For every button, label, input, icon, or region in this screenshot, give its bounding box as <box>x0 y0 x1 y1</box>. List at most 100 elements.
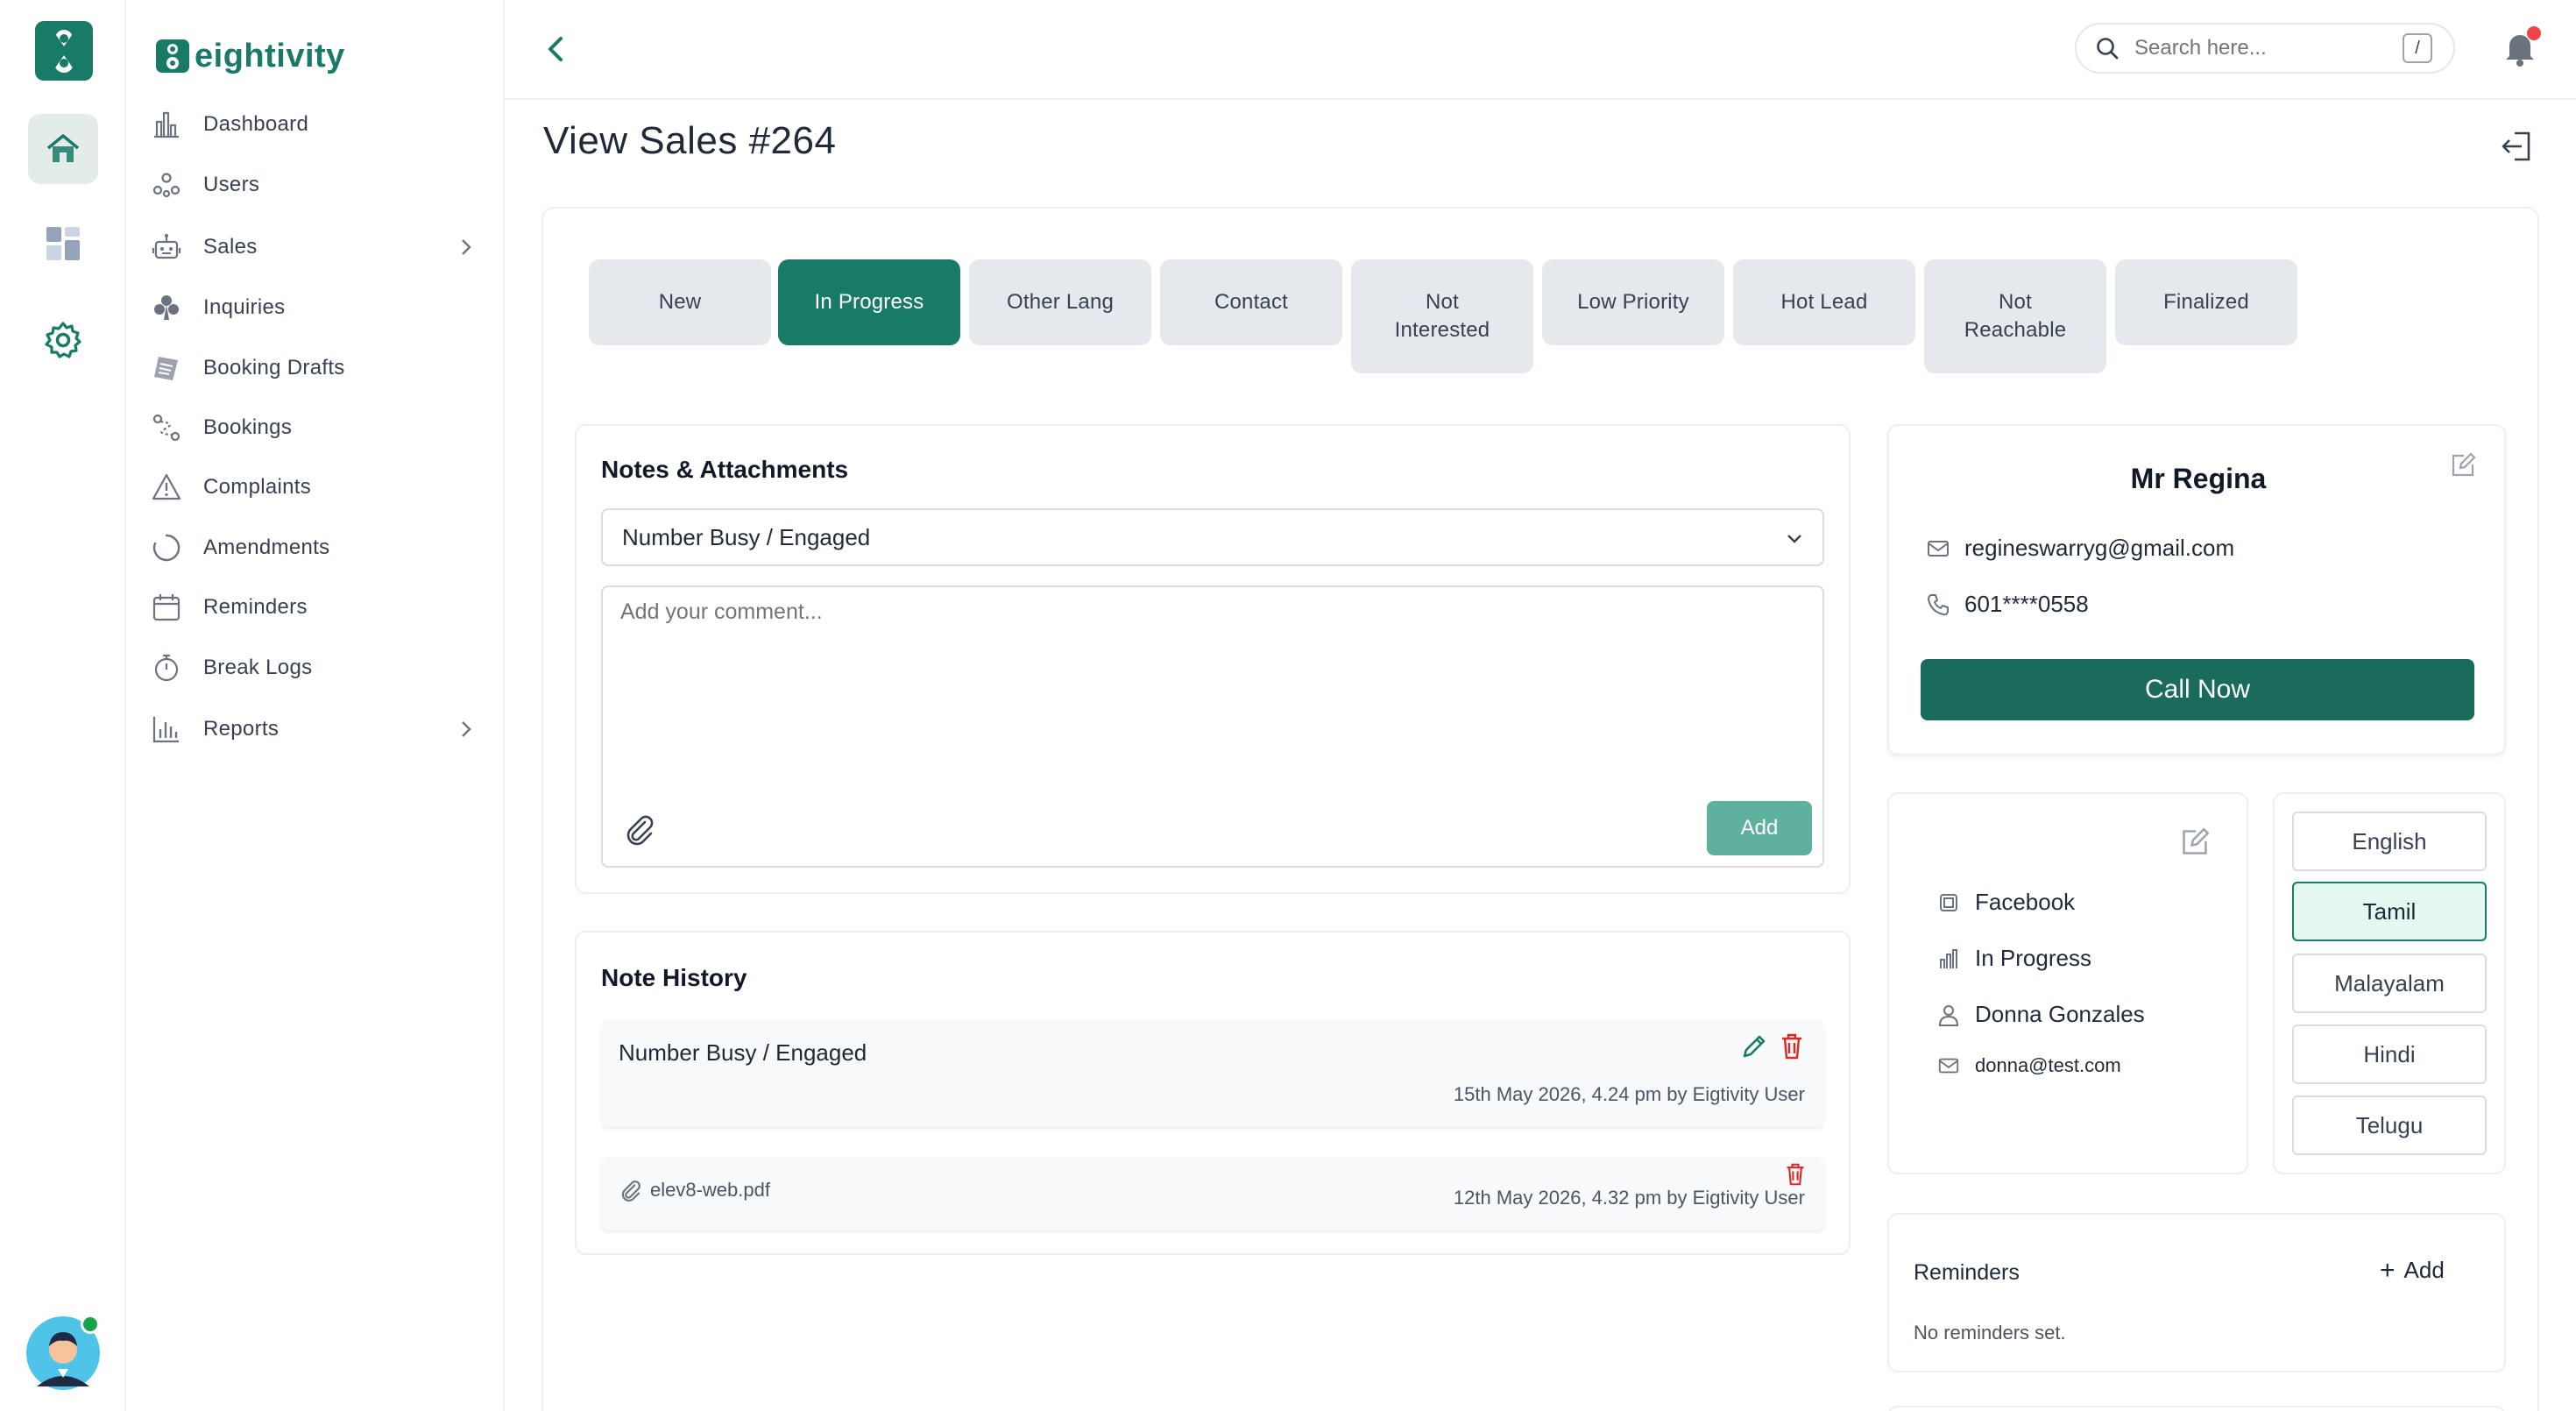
trash-icon <box>1782 1033 1801 1060</box>
history-attachment: elev8-web.pdf 12th May 2026, 4.32 pm by … <box>601 1157 1824 1230</box>
exit-button[interactable] <box>2499 128 2536 165</box>
sidebar-item-reports[interactable]: Reports <box>151 703 606 755</box>
search-input[interactable] <box>2134 36 2397 60</box>
edit-note-button[interactable] <box>1740 1032 1768 1060</box>
language-label: Hindi <box>2363 1040 2416 1067</box>
stopwatch-icon <box>151 652 182 684</box>
contact-phone-row: 601****0558 <box>1926 591 2089 618</box>
report-chart-icon <box>151 713 182 745</box>
call-now-button[interactable]: Call Now <box>1921 659 2474 720</box>
history-entry-meta: 15th May 2026, 4.24 pm by Eigtivity User <box>1453 1083 1805 1105</box>
contact-card: Mr Regina regineswarryg@gmail.com 601***… <box>1887 424 2506 755</box>
language-label: English <box>2352 827 2427 854</box>
chevron-down-icon <box>1787 535 1801 543</box>
sidebar-item-sales[interactable]: Sales <box>151 221 606 273</box>
gear-icon <box>45 322 81 358</box>
add-reminder-button[interactable]: + Add <box>2380 1257 2445 1284</box>
language-option-english[interactable]: English <box>2292 812 2487 871</box>
sidebar-item-amendments[interactable]: Amendments <box>151 521 606 574</box>
sidebar-item-break-logs[interactable]: Break Logs <box>151 642 606 694</box>
app-logo[interactable] <box>33 19 95 82</box>
comment-input[interactable] <box>620 599 1803 722</box>
sidebar-item-dashboard[interactable]: Dashboard <box>151 98 606 151</box>
notifications-button[interactable] <box>2499 26 2543 70</box>
status-button-in-progress[interactable]: In Progress <box>778 259 960 345</box>
sidebar-item-reminders[interactable]: Reminders <box>151 581 606 634</box>
sidebar-item-label: Complaints <box>203 475 312 499</box>
sidebar-item-inquiries[interactable]: Inquiries <box>151 281 606 334</box>
sidebar-item-bookings[interactable]: Bookings <box>151 401 606 454</box>
rail-settings-button[interactable] <box>28 305 98 375</box>
sidebar-item-label: Users <box>203 173 260 196</box>
status-label: Low Priority <box>1577 290 1689 314</box>
edit-contact-button[interactable] <box>2450 452 2476 479</box>
source-chip-icon <box>1936 890 1961 915</box>
status-label: Hot Lead <box>1780 290 1868 314</box>
attachment-link[interactable]: elev8-web.pdf <box>619 1178 770 1202</box>
status-button-new[interactable]: New <box>589 259 771 345</box>
page-title: View Sales #264 <box>543 119 837 162</box>
attach-button[interactable] <box>622 812 657 847</box>
language-label: Telugu <box>2355 1111 2424 1138</box>
contact-email: regineswarryg@gmail.com <box>1964 535 2235 561</box>
brand-logo[interactable]: eightivity <box>154 35 345 77</box>
status-button-other-lang[interactable]: Other Lang <box>969 259 1151 345</box>
sidebar-item-label: Inquiries <box>203 295 286 319</box>
notes-title: Notes & Attachments <box>601 456 849 483</box>
rail-home-button[interactable] <box>28 114 98 184</box>
status-button-contact[interactable]: Contact <box>1160 259 1342 345</box>
chevron-right-icon[interactable] <box>452 715 480 743</box>
user-icon <box>1936 1003 1961 1027</box>
club-icon <box>151 292 182 323</box>
add-note-button[interactable]: Add <box>1707 801 1812 855</box>
chevron-right-icon[interactable] <box>452 233 480 261</box>
sidebar-item-label: Reminders <box>203 595 308 619</box>
app-root: eightivity Dashboard Users Sales Inquiri… <box>0 0 2576 1411</box>
mail-icon <box>1936 1053 1961 1078</box>
reason-select[interactable]: Number Busy / Engaged <box>601 508 1824 566</box>
status-label: Contact <box>1214 290 1289 314</box>
edit-icon <box>2452 452 2476 477</box>
delete-note-button[interactable] <box>1779 1032 1805 1060</box>
online-status-dot <box>81 1315 100 1334</box>
rail-grid-button[interactable] <box>28 209 98 279</box>
lead-source-row: Facebook <box>1936 889 2075 916</box>
sidebar-item-complaints[interactable]: Complaints <box>151 461 606 514</box>
comment-box[interactable]: Add <box>601 585 1824 868</box>
calendar-icon <box>151 592 182 623</box>
status-button-low-priority[interactable]: Low Priority <box>1542 259 1724 345</box>
language-label: Malayalam <box>2334 969 2445 996</box>
status-button-finalized[interactable]: Finalized <box>2115 259 2297 345</box>
bar-chart-icon <box>151 109 182 140</box>
language-option-telugu[interactable]: Telugu <box>2292 1095 2487 1155</box>
user-avatar[interactable] <box>25 1315 102 1392</box>
language-option-malayalam[interactable]: Malayalam <box>2292 954 2487 1013</box>
status-button-hot-lead[interactable]: Hot Lead <box>1733 259 1915 345</box>
status-button-not-interested[interactable]: Not Interested <box>1351 259 1533 373</box>
edit-icon <box>2183 827 2210 854</box>
back-button[interactable] <box>538 30 577 68</box>
sidebar-item-label: Break Logs <box>203 656 313 679</box>
edit-lead-button[interactable] <box>2180 827 2210 857</box>
language-option-tamil[interactable]: Tamil <box>2292 882 2487 941</box>
mail-icon <box>1928 540 1949 557</box>
icon-rail <box>0 0 126 1411</box>
sidebar-item-label: Bookings <box>203 415 293 439</box>
next-card-edge <box>1887 1406 2506 1411</box>
language-option-hindi[interactable]: Hindi <box>2292 1025 2487 1084</box>
sidebar-item-booking-drafts[interactable]: Booking Drafts <box>151 342 606 394</box>
paperclip-icon <box>621 1181 640 1202</box>
sidebar-item-users[interactable]: Users <box>151 159 606 211</box>
status-label: Not Interested <box>1394 290 1490 342</box>
contact-name: Mr Regina <box>2130 463 2267 494</box>
search-box[interactable]: / <box>2075 23 2455 74</box>
sidebar-item-label: Reports <box>203 717 280 741</box>
history-entry-text: Number Busy / Engaged <box>619 1039 867 1066</box>
status-label: In Progress <box>814 290 924 314</box>
status-button-not-reachable[interactable]: Not Reachable <box>1924 259 2106 373</box>
contact-email-row: regineswarryg@gmail.com <box>1926 535 2234 562</box>
lead-status-row: In Progress <box>1936 945 2091 972</box>
call-now-label: Call Now <box>2144 675 2251 704</box>
delete-attachment-button[interactable] <box>1784 1162 1807 1187</box>
status-label: Not Reachable <box>1964 290 2067 342</box>
